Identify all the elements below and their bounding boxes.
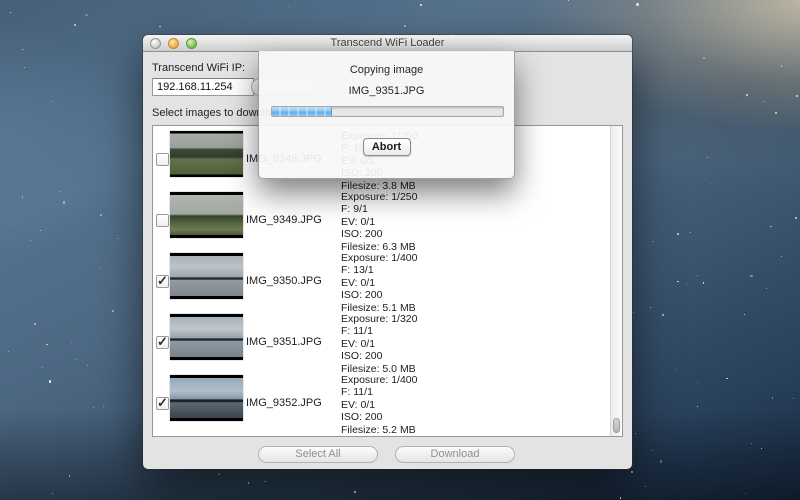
progress-fill xyxy=(272,107,332,116)
dialog-filename: IMG_9351.JPG xyxy=(259,85,514,97)
image-filename: IMG_9352.JPG xyxy=(246,397,322,409)
minimize-button[interactable] xyxy=(168,38,179,49)
abort-button[interactable]: Abort xyxy=(363,138,411,156)
image-filename: IMG_9351.JPG xyxy=(246,336,322,348)
image-checkbox[interactable] xyxy=(156,275,169,288)
image-thumbnail xyxy=(170,131,243,177)
list-item: IMG_9352.JPG Exposure: 1/400F: 11/1EV: 0/… xyxy=(153,373,610,434)
image-checkbox[interactable] xyxy=(156,214,169,227)
image-exif: Exposure: 1/400F: 13/1EV: 0/1ISO: 200Fil… xyxy=(341,252,417,314)
image-checkbox[interactable] xyxy=(156,336,169,349)
ip-label: Transcend WiFi IP: xyxy=(152,62,245,74)
image-filename: IMG_9350.JPG xyxy=(246,275,322,287)
copying-dialog: Copying image IMG_9351.JPG Abort xyxy=(258,51,515,179)
image-thumbnail xyxy=(170,375,243,421)
image-exif: Exposure: 1/400F: 11/1EV: 0/1ISO: 200Fil… xyxy=(341,374,417,436)
download-button[interactable]: Download xyxy=(395,446,515,463)
image-exif: Exposure: 1/320F: 11/1EV: 0/1ISO: 200Fil… xyxy=(341,313,417,375)
list-item: IMG_9351.JPG Exposure: 1/320F: 11/1EV: 0/… xyxy=(153,312,610,373)
image-thumbnail xyxy=(170,253,243,299)
image-thumbnail xyxy=(170,192,243,238)
list-item: IMG_9350.JPG Exposure: 1/400F: 13/1EV: 0/… xyxy=(153,251,610,312)
list-item: IMG_9349.JPG Exposure: 1/250F: 9/1EV: 0/1… xyxy=(153,190,610,251)
image-exif: Exposure: 1/250F: 9/1EV: 0/1ISO: 200File… xyxy=(341,191,417,253)
dialog-title: Copying image xyxy=(259,64,514,76)
image-checkbox[interactable] xyxy=(156,153,169,166)
window-titlebar[interactable]: Transcend WiFi Loader xyxy=(143,35,632,52)
select-all-button[interactable]: Select All xyxy=(258,446,378,463)
wifi-ip-input[interactable] xyxy=(152,78,254,96)
scrollbar-track[interactable] xyxy=(610,126,622,436)
scrollbar-thumb[interactable] xyxy=(613,418,620,433)
close-button[interactable] xyxy=(150,38,161,49)
image-filename: IMG_9349.JPG xyxy=(246,214,322,226)
progress-bar xyxy=(271,106,504,117)
image-checkbox[interactable] xyxy=(156,397,169,410)
zoom-button[interactable] xyxy=(186,38,197,49)
window-title: Transcend WiFi Loader xyxy=(143,35,632,51)
image-thumbnail xyxy=(170,314,243,360)
